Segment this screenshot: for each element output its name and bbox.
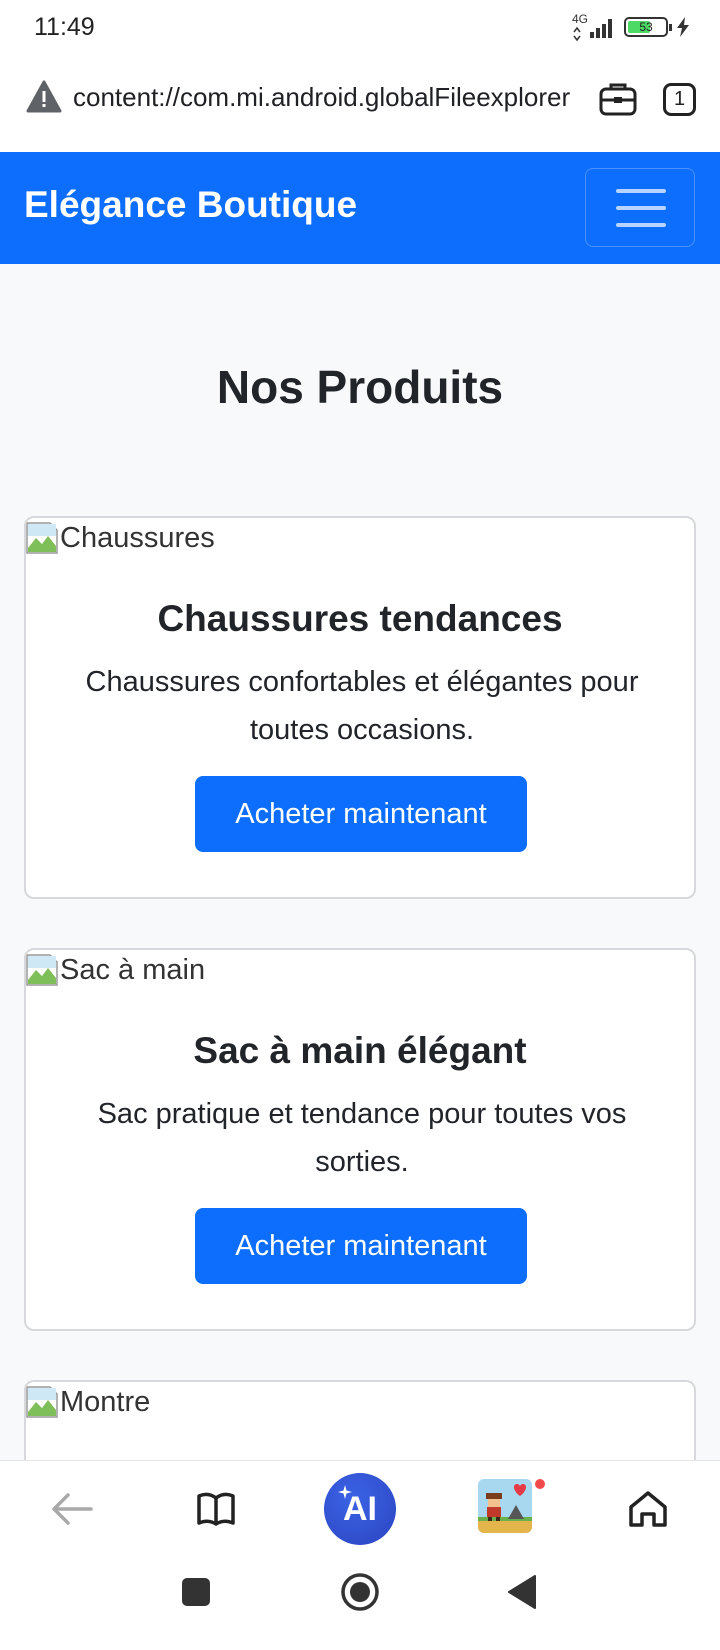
ai-assistant-button[interactable]: AI bbox=[324, 1473, 396, 1545]
product-image-alt: Montre bbox=[60, 1385, 151, 1418]
broken-image-icon bbox=[26, 522, 58, 554]
product-description: Sac pratique et tendance pour toutes vos… bbox=[97, 1098, 627, 1178]
product-title: Chaussures tendances bbox=[157, 598, 563, 639]
book-icon bbox=[197, 1492, 235, 1526]
broken-image-icon bbox=[26, 954, 58, 986]
bookmarks-button[interactable] bbox=[186, 1479, 246, 1539]
back-triangle-icon[interactable] bbox=[506, 1574, 538, 1610]
back-button[interactable] bbox=[42, 1479, 102, 1539]
browser-bottom-nav: AI bbox=[0, 1460, 720, 1556]
hamburger-icon-line bbox=[616, 223, 666, 227]
buy-now-button[interactable]: Acheter maintenant bbox=[195, 1208, 527, 1284]
battery-level: 53 bbox=[639, 20, 653, 34]
brand-logo[interactable]: Elégance Boutique bbox=[24, 184, 357, 226]
browser-url-bar: content://com.mi.android.globalFileexplo… bbox=[0, 56, 720, 152]
home-icon bbox=[629, 1491, 667, 1527]
arrow-left-icon bbox=[52, 1493, 93, 1525]
site-navbar: Elégance Boutique bbox=[0, 152, 720, 264]
product-image-alt: Chaussures bbox=[60, 521, 215, 554]
broken-image-icon bbox=[26, 1386, 58, 1418]
sparkle-icon bbox=[338, 1485, 352, 1499]
charging-icon bbox=[677, 17, 689, 37]
product-title: Sac à main élégant bbox=[193, 1030, 527, 1071]
home-circle-icon[interactable] bbox=[340, 1572, 380, 1612]
product-image: Montre bbox=[26, 1382, 150, 1422]
signal-icon: 4G bbox=[572, 12, 616, 42]
product-card: Chaussures Chaussures tendances Chaussur… bbox=[24, 516, 696, 899]
briefcase-icon[interactable] bbox=[598, 80, 638, 118]
status-icons: 4G 53 bbox=[572, 12, 690, 42]
product-image: Sac à main bbox=[26, 950, 205, 990]
status-bar: 11:49 4G 53 bbox=[0, 0, 720, 56]
buy-now-button[interactable]: Acheter maintenant bbox=[195, 776, 527, 852]
tab-count-button[interactable]: 1 bbox=[663, 83, 696, 116]
hamburger-icon-line bbox=[616, 206, 666, 210]
page-title: Nos Produits bbox=[216, 361, 504, 413]
recents-button[interactable] bbox=[182, 1578, 210, 1606]
warning-icon[interactable] bbox=[26, 80, 62, 114]
product-card: Sac à main Sac à main élégant Sac pratiq… bbox=[24, 948, 696, 1331]
status-time: 11:49 bbox=[34, 13, 95, 41]
url-field[interactable]: content://com.mi.android.globalFileexplo… bbox=[73, 82, 579, 113]
home-button[interactable] bbox=[618, 1479, 678, 1539]
game-icon[interactable] bbox=[478, 1479, 532, 1533]
system-nav-bar bbox=[0, 1556, 720, 1650]
menu-toggle-button[interactable] bbox=[585, 168, 695, 247]
product-image: Chaussures bbox=[26, 518, 215, 558]
notification-dot bbox=[535, 1479, 545, 1489]
hamburger-icon-line bbox=[616, 189, 666, 193]
battery-icon: 53 bbox=[624, 17, 672, 37]
product-description: Chaussures confortables et élégantes pou… bbox=[85, 666, 639, 746]
product-image-alt: Sac à main bbox=[60, 953, 206, 986]
